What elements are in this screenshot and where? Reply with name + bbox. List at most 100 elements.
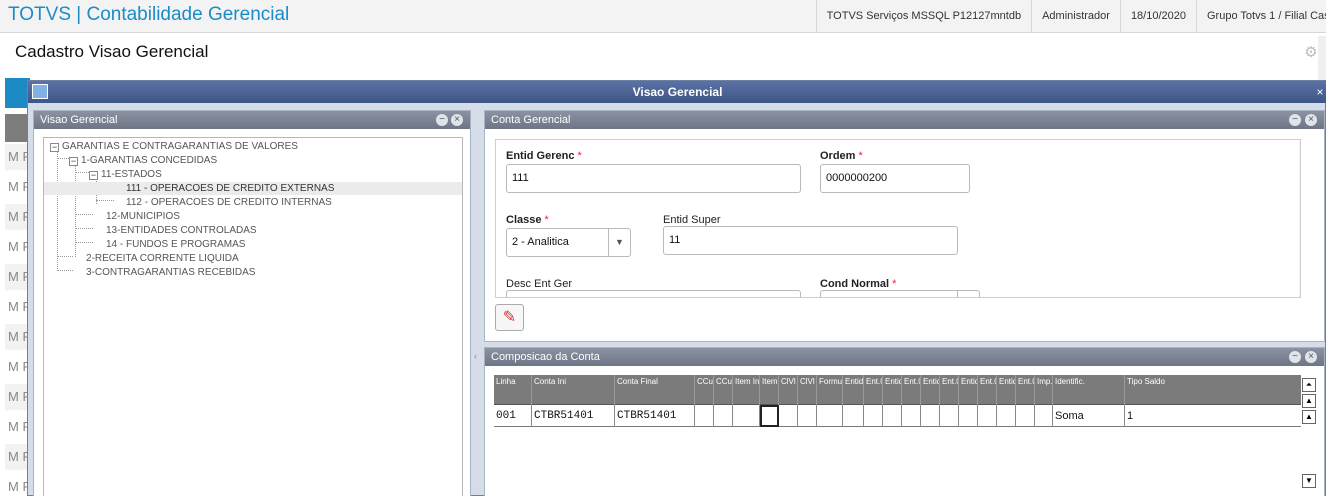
column-header[interactable]: Imp. — [1035, 375, 1053, 405]
date-label[interactable]: 18/10/2020 — [1119, 0, 1196, 33]
tree-node[interactable]: 12-MUNICIPIOS — [106, 210, 180, 223]
column-header[interactable]: Conta Ini — [532, 375, 615, 405]
cond-normal-select[interactable] — [820, 290, 980, 297]
column-header[interactable]: Linha — [494, 375, 532, 405]
minimize-icon[interactable]: − — [1289, 351, 1301, 363]
scroll-up-icon[interactable]: ▲ — [1302, 410, 1316, 424]
tree-connector — [75, 228, 93, 229]
table-cell[interactable] — [798, 405, 817, 427]
column-header[interactable]: Item Ini — [733, 375, 760, 405]
column-header[interactable]: Entid — [997, 375, 1016, 405]
page-up-icon[interactable]: ▲ — [1302, 394, 1316, 408]
tree-node[interactable]: 14 - FUNDOS E PROGRAMAS — [106, 238, 245, 251]
scroll-down-icon[interactable]: ▼ — [1302, 474, 1316, 488]
classe-select[interactable]: 2 - Analitica ▼ — [506, 228, 631, 257]
table-row[interactable]: 001 CTBR51401 CTBR51401 Soma 1 — [494, 405, 1301, 427]
conta-form: Entid Gerenc * 111 Ordem * 0000000200 Clas… — [495, 139, 1301, 298]
column-header[interactable]: Formu — [817, 375, 843, 405]
tree-node[interactable]: − GARANTIAS E CONTRAGARANTIAS DE VALORES — [50, 140, 298, 153]
edit-icon: ✎ — [502, 309, 517, 326]
chevron-down-icon[interactable] — [957, 291, 979, 297]
minimize-icon[interactable]: − — [436, 114, 448, 126]
table-cell[interactable] — [1016, 405, 1035, 427]
tree-connector — [75, 214, 93, 215]
splitter-handle[interactable]: ‹ — [474, 351, 480, 363]
table-cell[interactable] — [779, 405, 798, 427]
column-header[interactable]: Conta Final — [615, 375, 695, 405]
column-header[interactable]: Identific. — [1053, 375, 1125, 405]
column-header[interactable]: Entid — [883, 375, 902, 405]
tree-node[interactable]: −11-ESTADOS — [89, 168, 162, 181]
column-header[interactable]: Ent.0 — [902, 375, 921, 405]
entid-gerenc-field[interactable]: 111 — [506, 164, 801, 193]
tree-node-label: 11-ESTADOS — [101, 169, 162, 180]
column-header[interactable]: Ent.0 — [1016, 375, 1035, 405]
column-header[interactable]: Entid — [921, 375, 940, 405]
tree-node-selected[interactable]: 111 - OPERACOES DE CREDITO EXTERNAS — [44, 182, 462, 195]
tree-view[interactable]: − GARANTIAS E CONTRAGARANTIAS DE VALORES … — [43, 137, 463, 496]
table-cell[interactable] — [714, 405, 733, 427]
tree-connector — [57, 148, 58, 271]
column-header[interactable]: Item — [760, 375, 779, 405]
column-header[interactable]: Entid — [843, 375, 864, 405]
tree-node[interactable]: 112 - OPERACOES DE CREDITO INTERNAS — [126, 196, 332, 209]
column-header[interactable]: CCu — [714, 375, 733, 405]
collapse-icon[interactable]: − — [50, 143, 59, 152]
close-icon[interactable]: × — [1314, 81, 1326, 103]
column-header[interactable]: Ent.0 — [940, 375, 959, 405]
column-header[interactable]: Ent.0 — [864, 375, 883, 405]
table-cell[interactable] — [978, 405, 997, 427]
entid-super-field[interactable]: 11 — [663, 226, 958, 255]
ordem-label: Ordem * — [820, 150, 863, 162]
table-cell[interactable] — [959, 405, 978, 427]
close-icon[interactable]: × — [1305, 114, 1317, 126]
table-cell[interactable] — [695, 405, 714, 427]
column-header[interactable]: Tipo Saldo — [1125, 375, 1301, 405]
gear-icon[interactable]: ⚙ — [1303, 45, 1319, 61]
table-cell[interactable]: Soma — [1053, 405, 1125, 427]
close-icon[interactable]: × — [451, 114, 463, 126]
conta-panel-title: Conta Gerencial — [485, 111, 1324, 129]
ordem-field[interactable]: 0000000200 — [820, 164, 970, 193]
table-cell[interactable] — [940, 405, 959, 427]
grid-scrollbar[interactable]: ⏶ ▲ ▲ ▼ — [1301, 375, 1317, 490]
tree-node[interactable]: 3-CONTRAGARANTIAS RECEBIDAS — [86, 266, 255, 279]
column-header[interactable]: ClVl — [779, 375, 798, 405]
environment-label[interactable]: TOTVS Serviços MSSQL P12127mntdb — [815, 0, 1031, 33]
table-cell[interactable] — [1035, 405, 1053, 427]
table-cell[interactable]: 1 — [1125, 405, 1301, 427]
collapse-icon[interactable]: − — [89, 171, 98, 180]
minimize-icon[interactable]: − — [1289, 114, 1301, 126]
tree-node[interactable]: 13-ENTIDADES CONTROLADAS — [106, 224, 257, 237]
table-cell[interactable] — [843, 405, 864, 427]
tree-node[interactable]: −1-GARANTIAS CONCEDIDAS — [69, 154, 217, 167]
company-label[interactable]: Grupo Totvs 1 / Filial Casa — [1196, 0, 1326, 33]
tree-node[interactable]: 2-RECEITA CORRENTE LIQUIDA — [86, 252, 239, 265]
table-cell[interactable] — [733, 405, 760, 427]
chevron-down-icon[interactable]: ▼ — [608, 229, 630, 256]
column-header[interactable]: ClVl — [798, 375, 817, 405]
user-label[interactable]: Administrador — [1031, 0, 1120, 33]
table-cell[interactable] — [864, 405, 883, 427]
table-cell[interactable]: CTBR51401 — [615, 405, 695, 427]
scroll-top-icon[interactable]: ⏶ — [1302, 378, 1316, 392]
edit-button[interactable]: ✎ — [495, 304, 524, 331]
desc-ent-ger-field[interactable] — [506, 290, 801, 297]
dialog-title: Visao Gerencial — [28, 81, 1326, 103]
table-cell[interactable] — [883, 405, 902, 427]
collapse-icon[interactable]: − — [69, 157, 78, 166]
column-header[interactable]: Ent.0 — [978, 375, 997, 405]
focused-cell[interactable] — [760, 405, 779, 427]
column-header[interactable]: Entid — [959, 375, 978, 405]
table-cell[interactable]: CTBR51401 — [532, 405, 615, 427]
tree-panel-title: Visao Gerencial — [34, 111, 470, 129]
table-cell[interactable] — [902, 405, 921, 427]
table-cell[interactable]: 001 — [494, 405, 532, 427]
table-cell[interactable] — [921, 405, 940, 427]
table-cell[interactable] — [997, 405, 1016, 427]
tree-connector — [75, 172, 89, 173]
column-header[interactable]: CCu — [695, 375, 714, 405]
table-cell[interactable] — [817, 405, 843, 427]
form-scrollbar[interactable]: ▲ ▼ — [1299, 140, 1300, 297]
close-icon[interactable]: × — [1305, 351, 1317, 363]
